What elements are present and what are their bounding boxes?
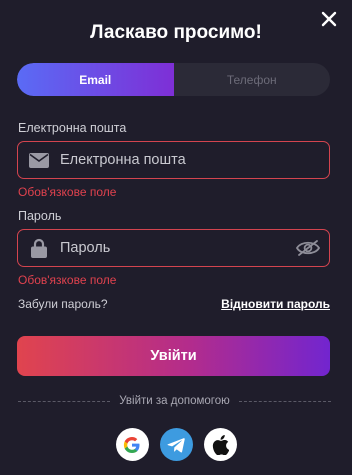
password-field bbox=[17, 229, 330, 267]
eye-slash-icon[interactable] bbox=[295, 237, 321, 259]
google-icon bbox=[123, 436, 140, 453]
divider-text: Увійти за допомогою bbox=[119, 395, 230, 407]
forgot-password-question: Забули пароль? bbox=[18, 297, 108, 311]
envelope-icon bbox=[28, 149, 50, 171]
telegram-icon bbox=[167, 437, 185, 452]
auth-method-tabs: Email Телефон bbox=[17, 63, 330, 96]
tab-email[interactable]: Email bbox=[17, 63, 174, 96]
recover-password-link[interactable]: Відновити пароль bbox=[221, 297, 330, 311]
login-button[interactable]: Увійти bbox=[17, 336, 330, 376]
password-input[interactable] bbox=[60, 240, 295, 256]
email-label: Електронна пошта bbox=[18, 121, 127, 135]
apple-icon bbox=[212, 434, 229, 455]
password-error: Обов'язкове поле bbox=[18, 273, 117, 287]
social-divider: Увійти за допомогою bbox=[18, 394, 331, 408]
email-input[interactable] bbox=[60, 152, 329, 168]
telegram-login-button[interactable] bbox=[159, 428, 193, 461]
lock-icon bbox=[28, 237, 50, 259]
tab-phone[interactable]: Телефон bbox=[174, 63, 331, 96]
modal-title: Ласкаво просимо! bbox=[90, 22, 262, 43]
google-login-button[interactable] bbox=[115, 428, 149, 461]
divider-line-left bbox=[18, 400, 111, 402]
email-field bbox=[17, 141, 330, 179]
password-label: Пароль bbox=[18, 209, 62, 223]
social-login-buttons bbox=[0, 428, 352, 461]
email-error: Обов'язкове поле bbox=[18, 185, 117, 199]
apple-login-button[interactable] bbox=[203, 428, 237, 461]
divider-line-right bbox=[238, 400, 331, 402]
